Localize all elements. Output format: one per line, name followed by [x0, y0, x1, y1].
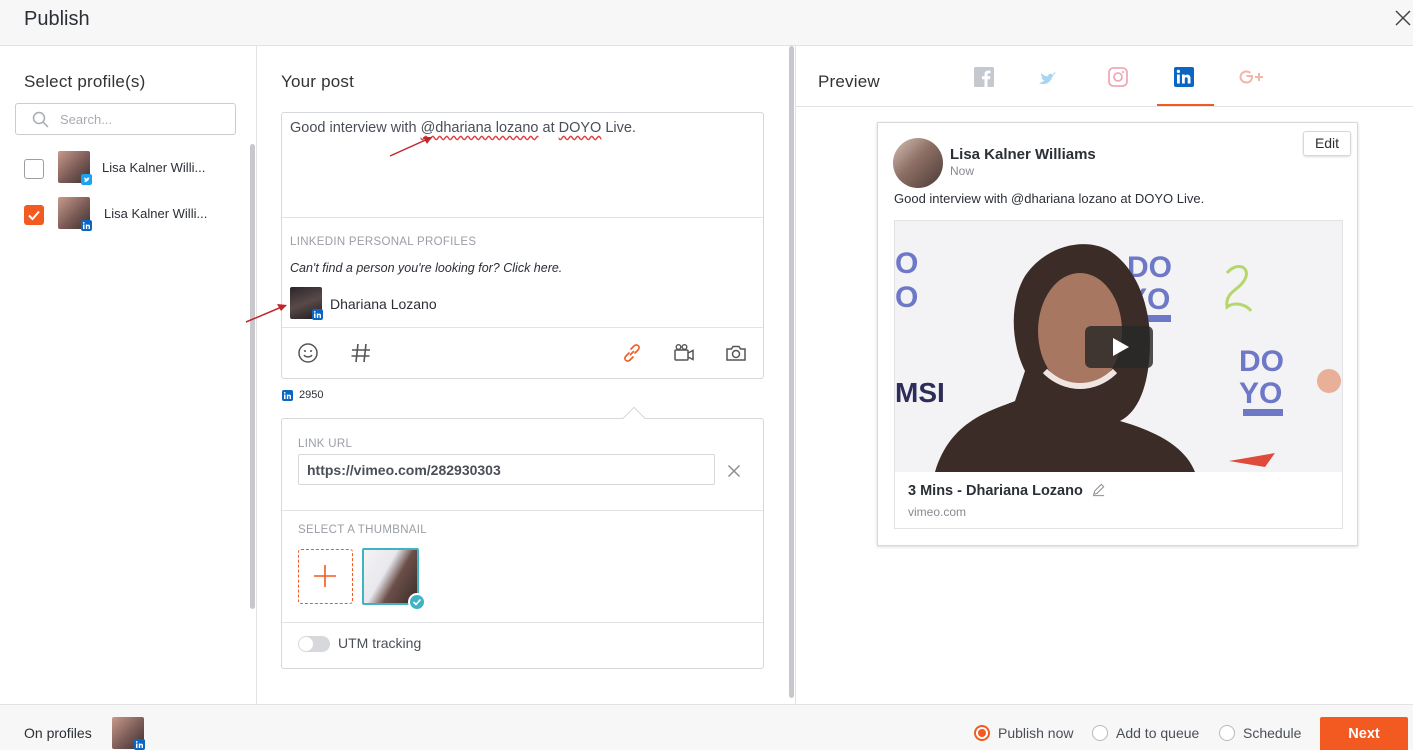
check-icon: [412, 598, 422, 606]
mention-heading: LINKEDIN PERSONAL PROFILES: [290, 236, 477, 248]
dialog-footer: On profiles Publish now Add to queue Sch…: [0, 704, 1413, 750]
svg-text:O: O: [895, 247, 918, 280]
play-icon: [1113, 338, 1129, 356]
video-thumbnail[interactable]: [362, 548, 426, 611]
avatar[interactable]: [290, 287, 323, 320]
linkedin-icon: [81, 220, 92, 231]
profile-checkbox-checked[interactable]: [24, 205, 44, 225]
svg-text:O: O: [895, 281, 918, 314]
char-count-value: 2950: [299, 389, 324, 401]
svg-text:YO: YO: [1239, 377, 1282, 410]
preview-time: Now: [950, 164, 975, 178]
selected-check: [408, 593, 426, 611]
post-text-part: at: [538, 120, 559, 136]
active-tab-indicator: [1157, 104, 1214, 106]
post-text-part: Live.: [601, 120, 637, 136]
post-scrollbar[interactable]: [789, 46, 794, 698]
video-camera-icon[interactable]: [672, 341, 696, 365]
link-preview[interactable]: DO YO DO YO O O MSI 3 Mins - Dhariana Lo…: [894, 220, 1343, 529]
clear-link-icon[interactable]: [727, 464, 741, 478]
avatar: [893, 138, 943, 188]
add-to-queue-label[interactable]: Add to queue: [1116, 725, 1199, 741]
link-panel: LINK URL SELECT A THUMBNAIL: [281, 406, 764, 669]
link-url-label: LINK URL: [298, 438, 353, 450]
preview-author: Lisa Kalner Williams: [950, 146, 1096, 163]
post-text-org: DOYO: [558, 120, 602, 136]
profile-search[interactable]: [15, 103, 236, 135]
linkedin-icon: [134, 739, 145, 750]
publish-now-radio[interactable]: [974, 725, 990, 741]
utm-row: UTM tracking: [282, 622, 763, 668]
mention-suggestions: LINKEDIN PERSONAL PROFILES Can't find a …: [282, 217, 763, 328]
svg-text:DO: DO: [1239, 345, 1284, 378]
hashtag-icon[interactable]: [349, 341, 373, 365]
facebook-icon[interactable]: [973, 66, 995, 88]
next-button[interactable]: Next: [1320, 717, 1408, 750]
post-panel-title: Your post: [281, 72, 355, 91]
search-input[interactable]: [60, 110, 230, 128]
post-editor[interactable]: Good interview with @dhariana lozano at …: [281, 112, 764, 379]
twitter-icon[interactable]: [1037, 66, 1059, 88]
profiles-panel-title: Select profile(s): [24, 72, 146, 91]
schedule-radio[interactable]: [1219, 725, 1235, 741]
emoji-icon[interactable]: [296, 341, 320, 365]
video-domain: vimeo.com: [908, 505, 967, 519]
link-icon[interactable]: [620, 341, 644, 365]
video-title-text: 3 Mins - Dhariana Lozano: [908, 483, 1083, 499]
schedule-label[interactable]: Schedule: [1243, 725, 1301, 741]
post-panel: Your post Good interview with @dhariana …: [245, 46, 788, 704]
profile-name: Lisa Kalner Willi...: [104, 206, 208, 221]
play-button[interactable]: [1085, 326, 1153, 368]
preview-text: Good interview with @dhariana lozano at …: [894, 191, 1205, 206]
pencil-icon[interactable]: [1091, 482, 1106, 497]
avatar: [58, 151, 92, 185]
publish-now-label[interactable]: Publish now: [998, 725, 1074, 741]
post-text[interactable]: Good interview with @dhariana lozano at …: [290, 120, 750, 136]
profiles-panel: Select profile(s) Lisa Kalner Willi...: [0, 46, 257, 704]
profile-row-twitter[interactable]: Lisa Kalner Willi...: [24, 151, 244, 185]
instagram-icon[interactable]: [1107, 66, 1129, 88]
dialog-header: Publish: [0, 0, 1413, 46]
google-plus-icon[interactable]: [1238, 66, 1266, 88]
profile-name: Lisa Kalner Willi...: [102, 160, 206, 175]
add-thumbnail-button[interactable]: [298, 549, 353, 604]
link-url-input[interactable]: [298, 454, 715, 485]
mention-suggestion-name[interactable]: Dhariana Lozano: [330, 296, 437, 312]
check-icon: [28, 210, 40, 221]
add-to-queue-radio[interactable]: [1092, 725, 1108, 741]
linkedin-icon[interactable]: [1173, 66, 1195, 88]
dialog-title: Publish: [24, 8, 90, 30]
profiles-scrollbar[interactable]: [250, 144, 255, 609]
linkedin-preview-card: Lisa Kalner Williams Now Edit Good inter…: [877, 122, 1358, 546]
video-thumbnail[interactable]: DO YO DO YO O O MSI: [895, 221, 1342, 472]
thumbnail-label: SELECT A THUMBNAIL: [298, 524, 427, 536]
preview-tabs: Preview: [796, 46, 1413, 107]
profile-row-linkedin[interactable]: Lisa Kalner Willi...: [24, 197, 244, 231]
post-mention: @dhariana lozano: [420, 120, 539, 136]
video-title: 3 Mins - Dhariana Lozano: [908, 482, 1106, 499]
annotation-arrow: [245, 304, 287, 323]
preview-title: Preview: [818, 72, 880, 91]
panel-caret: [622, 406, 646, 430]
linkedin-icon: [282, 390, 293, 401]
edit-preview-button[interactable]: Edit: [1303, 131, 1351, 156]
linkedin-icon: [312, 309, 323, 320]
post-toolbar: [282, 327, 763, 378]
avatar: [112, 717, 145, 750]
annotation-arrow: [389, 137, 432, 157]
plus-icon: [314, 565, 336, 587]
preview-panel: Preview Lisa Kalner Williams Now Edit Go…: [795, 46, 1413, 704]
mention-hint-link[interactable]: Can't find a person you're looking for? …: [290, 261, 562, 275]
on-profiles-label: On profiles: [24, 725, 92, 741]
avatar: [58, 197, 92, 231]
search-icon: [32, 111, 49, 128]
utm-label: UTM tracking: [338, 635, 422, 651]
twitter-icon: [81, 174, 92, 185]
thumbnail-section: SELECT A THUMBNAIL: [282, 510, 763, 622]
close-icon[interactable]: [1394, 9, 1412, 27]
svg-text:MSI: MSI: [895, 377, 945, 408]
utm-toggle[interactable]: [298, 636, 330, 652]
camera-icon[interactable]: [724, 341, 748, 365]
profile-checkbox[interactable]: [24, 159, 44, 179]
